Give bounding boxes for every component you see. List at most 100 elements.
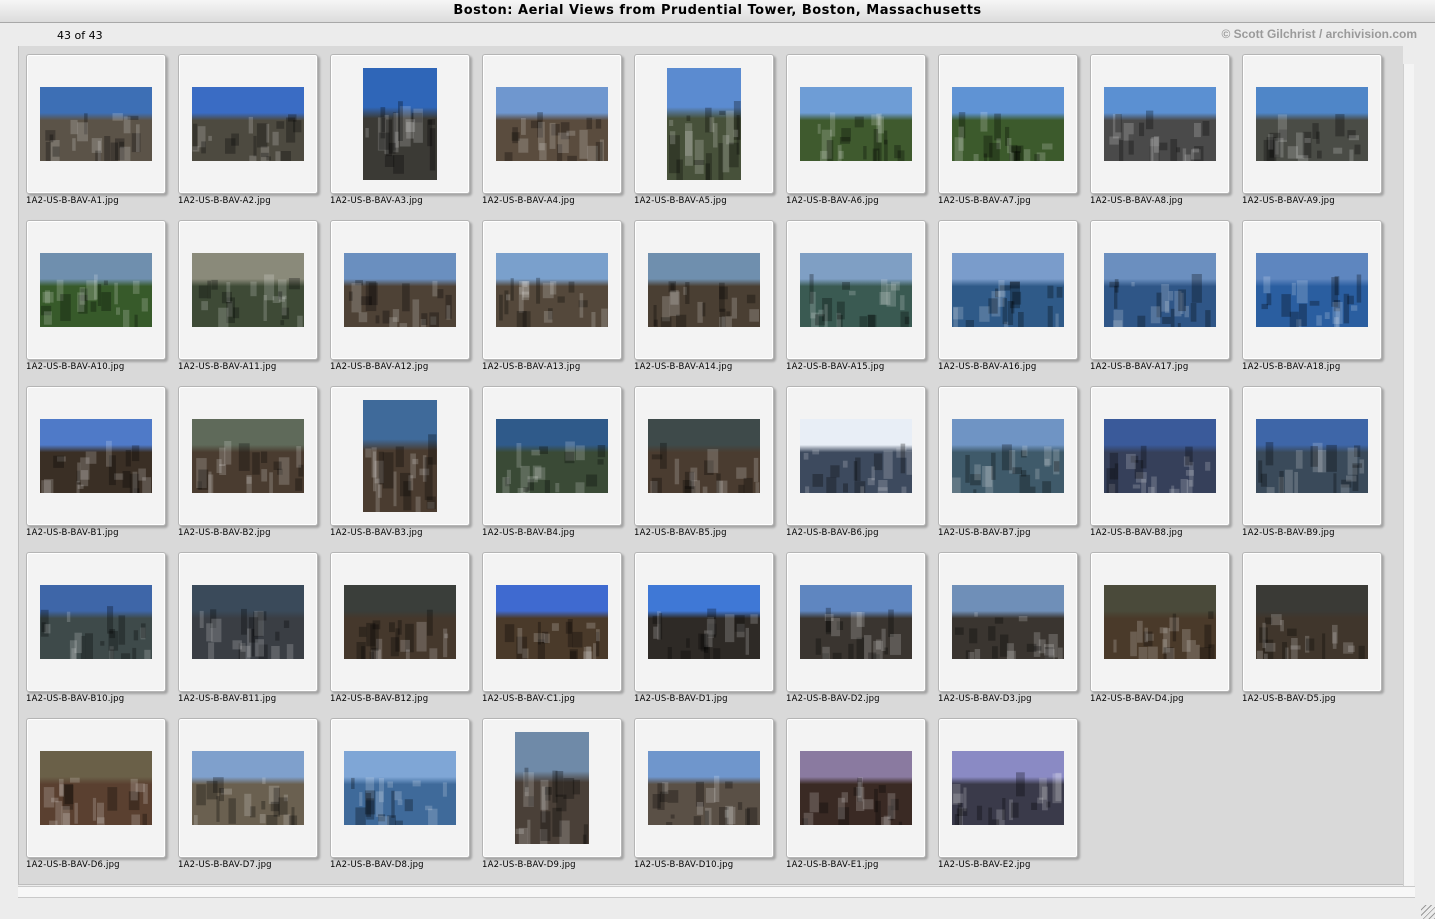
thumbnail-image[interactable] <box>40 585 152 659</box>
thumbnail-item[interactable]: 1A2-US-B-BAV-E2.jpg <box>938 718 1090 884</box>
slide-mount[interactable] <box>938 54 1078 194</box>
thumbnail-item[interactable]: 1A2-US-B-BAV-B5.jpg <box>634 386 786 552</box>
slide-mount[interactable] <box>1090 386 1230 526</box>
slide-mount[interactable] <box>786 220 926 360</box>
slide-mount[interactable] <box>1242 552 1382 692</box>
thumbnail-item[interactable]: 1A2-US-B-BAV-B2.jpg <box>178 386 330 552</box>
thumbnail-image[interactable] <box>1104 253 1216 327</box>
thumbnail-item[interactable]: 1A2-US-B-BAV-A14.jpg <box>634 220 786 386</box>
slide-mount[interactable] <box>178 718 318 858</box>
thumbnail-item[interactable]: 1A2-US-B-BAV-A8.jpg <box>1090 54 1242 220</box>
thumbnail-image[interactable] <box>40 253 152 327</box>
thumbnail-image[interactable] <box>952 419 1064 493</box>
thumbnail-item[interactable]: 1A2-US-B-BAV-C1.jpg <box>482 552 634 718</box>
slide-mount[interactable] <box>786 54 926 194</box>
slide-mount[interactable] <box>330 552 470 692</box>
thumbnail-image[interactable] <box>40 419 152 493</box>
slide-mount[interactable] <box>786 718 926 858</box>
slide-mount[interactable] <box>938 552 1078 692</box>
thumbnail-item[interactable]: 1A2-US-B-BAV-A16.jpg <box>938 220 1090 386</box>
thumbnail-item[interactable]: 1A2-US-B-BAV-A18.jpg <box>1242 220 1394 386</box>
thumbnail-image[interactable] <box>952 751 1064 825</box>
slide-mount[interactable] <box>482 552 622 692</box>
slide-mount[interactable] <box>938 220 1078 360</box>
thumbnail-image[interactable] <box>496 419 608 493</box>
thumbnail-item[interactable]: 1A2-US-B-BAV-B1.jpg <box>26 386 178 552</box>
thumbnail-image[interactable] <box>667 68 741 180</box>
thumbnail-image[interactable] <box>40 751 152 825</box>
thumbnail-image[interactable] <box>648 751 760 825</box>
slide-mount[interactable] <box>634 386 774 526</box>
slide-mount[interactable] <box>482 386 622 526</box>
slide-mount[interactable] <box>634 718 774 858</box>
slide-mount[interactable] <box>26 552 166 692</box>
thumbnail-item[interactable]: 1A2-US-B-BAV-B8.jpg <box>1090 386 1242 552</box>
thumbnail-item[interactable]: 1A2-US-B-BAV-E1.jpg <box>786 718 938 884</box>
thumbnail-item[interactable]: 1A2-US-B-BAV-B12.jpg <box>330 552 482 718</box>
slide-mount[interactable] <box>1242 386 1382 526</box>
thumbnail-item[interactable]: 1A2-US-B-BAV-A1.jpg <box>26 54 178 220</box>
thumbnail-image[interactable] <box>800 751 912 825</box>
thumbnail-item[interactable]: 1A2-US-B-BAV-B4.jpg <box>482 386 634 552</box>
thumbnail-item[interactable]: 1A2-US-B-BAV-A3.jpg <box>330 54 482 220</box>
thumbnail-item[interactable]: 1A2-US-B-BAV-D8.jpg <box>330 718 482 884</box>
slide-mount[interactable] <box>178 54 318 194</box>
thumbnail-image[interactable] <box>1256 419 1368 493</box>
slide-mount[interactable] <box>26 220 166 360</box>
thumbnail-item[interactable]: 1A2-US-B-BAV-B10.jpg <box>26 552 178 718</box>
slide-mount[interactable] <box>330 386 470 526</box>
thumbnail-item[interactable]: 1A2-US-B-BAV-A7.jpg <box>938 54 1090 220</box>
thumbnail-item[interactable]: 1A2-US-B-BAV-D4.jpg <box>1090 552 1242 718</box>
thumbnail-item[interactable]: 1A2-US-B-BAV-D3.jpg <box>938 552 1090 718</box>
thumbnail-image[interactable] <box>1256 87 1368 161</box>
thumbnail-item[interactable]: 1A2-US-B-BAV-B9.jpg <box>1242 386 1394 552</box>
thumbnail-image[interactable] <box>648 253 760 327</box>
thumbnail-item[interactable]: 1A2-US-B-BAV-A12.jpg <box>330 220 482 386</box>
thumbnail-item[interactable]: 1A2-US-B-BAV-A5.jpg <box>634 54 786 220</box>
thumbnail-image[interactable] <box>1256 253 1368 327</box>
slide-mount[interactable] <box>786 552 926 692</box>
thumbnail-item[interactable]: 1A2-US-B-BAV-A2.jpg <box>178 54 330 220</box>
thumbnail-item[interactable]: 1A2-US-B-BAV-A17.jpg <box>1090 220 1242 386</box>
thumbnail-image[interactable] <box>952 253 1064 327</box>
thumbnail-image[interactable] <box>648 585 760 659</box>
slide-mount[interactable] <box>330 718 470 858</box>
resize-grip-icon[interactable] <box>1421 905 1435 919</box>
horizontal-scrollbar[interactable] <box>18 886 1415 898</box>
thumbnail-image[interactable] <box>344 751 456 825</box>
thumbnail-image[interactable] <box>800 585 912 659</box>
thumbnail-image[interactable] <box>344 585 456 659</box>
thumbnail-image[interactable] <box>192 419 304 493</box>
slide-mount[interactable] <box>938 718 1078 858</box>
thumbnail-image[interactable] <box>1256 585 1368 659</box>
slide-mount[interactable] <box>26 718 166 858</box>
thumbnail-item[interactable]: 1A2-US-B-BAV-B7.jpg <box>938 386 1090 552</box>
thumbnail-image[interactable] <box>496 87 608 161</box>
thumbnail-item[interactable]: 1A2-US-B-BAV-D1.jpg <box>634 552 786 718</box>
thumbnail-image[interactable] <box>344 253 456 327</box>
thumbnail-image[interactable] <box>192 751 304 825</box>
thumbnail-item[interactable]: 1A2-US-B-BAV-D9.jpg <box>482 718 634 884</box>
slide-mount[interactable] <box>178 220 318 360</box>
slide-mount[interactable] <box>330 54 470 194</box>
vertical-scrollbar[interactable] <box>1403 64 1414 886</box>
thumbnail-image[interactable] <box>800 253 912 327</box>
thumbnail-image[interactable] <box>952 87 1064 161</box>
thumbnail-item[interactable]: 1A2-US-B-BAV-A10.jpg <box>26 220 178 386</box>
thumbnail-item[interactable]: 1A2-US-B-BAV-A15.jpg <box>786 220 938 386</box>
slide-mount[interactable] <box>1242 54 1382 194</box>
thumbnail-image[interactable] <box>800 87 912 161</box>
thumbnail-item[interactable]: 1A2-US-B-BAV-B11.jpg <box>178 552 330 718</box>
thumbnail-item[interactable]: 1A2-US-B-BAV-A13.jpg <box>482 220 634 386</box>
thumbnail-image[interactable] <box>496 585 608 659</box>
thumbnail-image[interactable] <box>800 419 912 493</box>
slide-mount[interactable] <box>634 220 774 360</box>
thumbnail-item[interactable]: 1A2-US-B-BAV-A11.jpg <box>178 220 330 386</box>
slide-mount[interactable] <box>26 386 166 526</box>
thumbnail-image[interactable] <box>192 87 304 161</box>
thumbnail-image[interactable] <box>192 585 304 659</box>
slide-mount[interactable] <box>634 54 774 194</box>
thumbnail-image[interactable] <box>363 68 437 180</box>
thumbnail-image[interactable] <box>40 87 152 161</box>
slide-mount[interactable] <box>482 54 622 194</box>
